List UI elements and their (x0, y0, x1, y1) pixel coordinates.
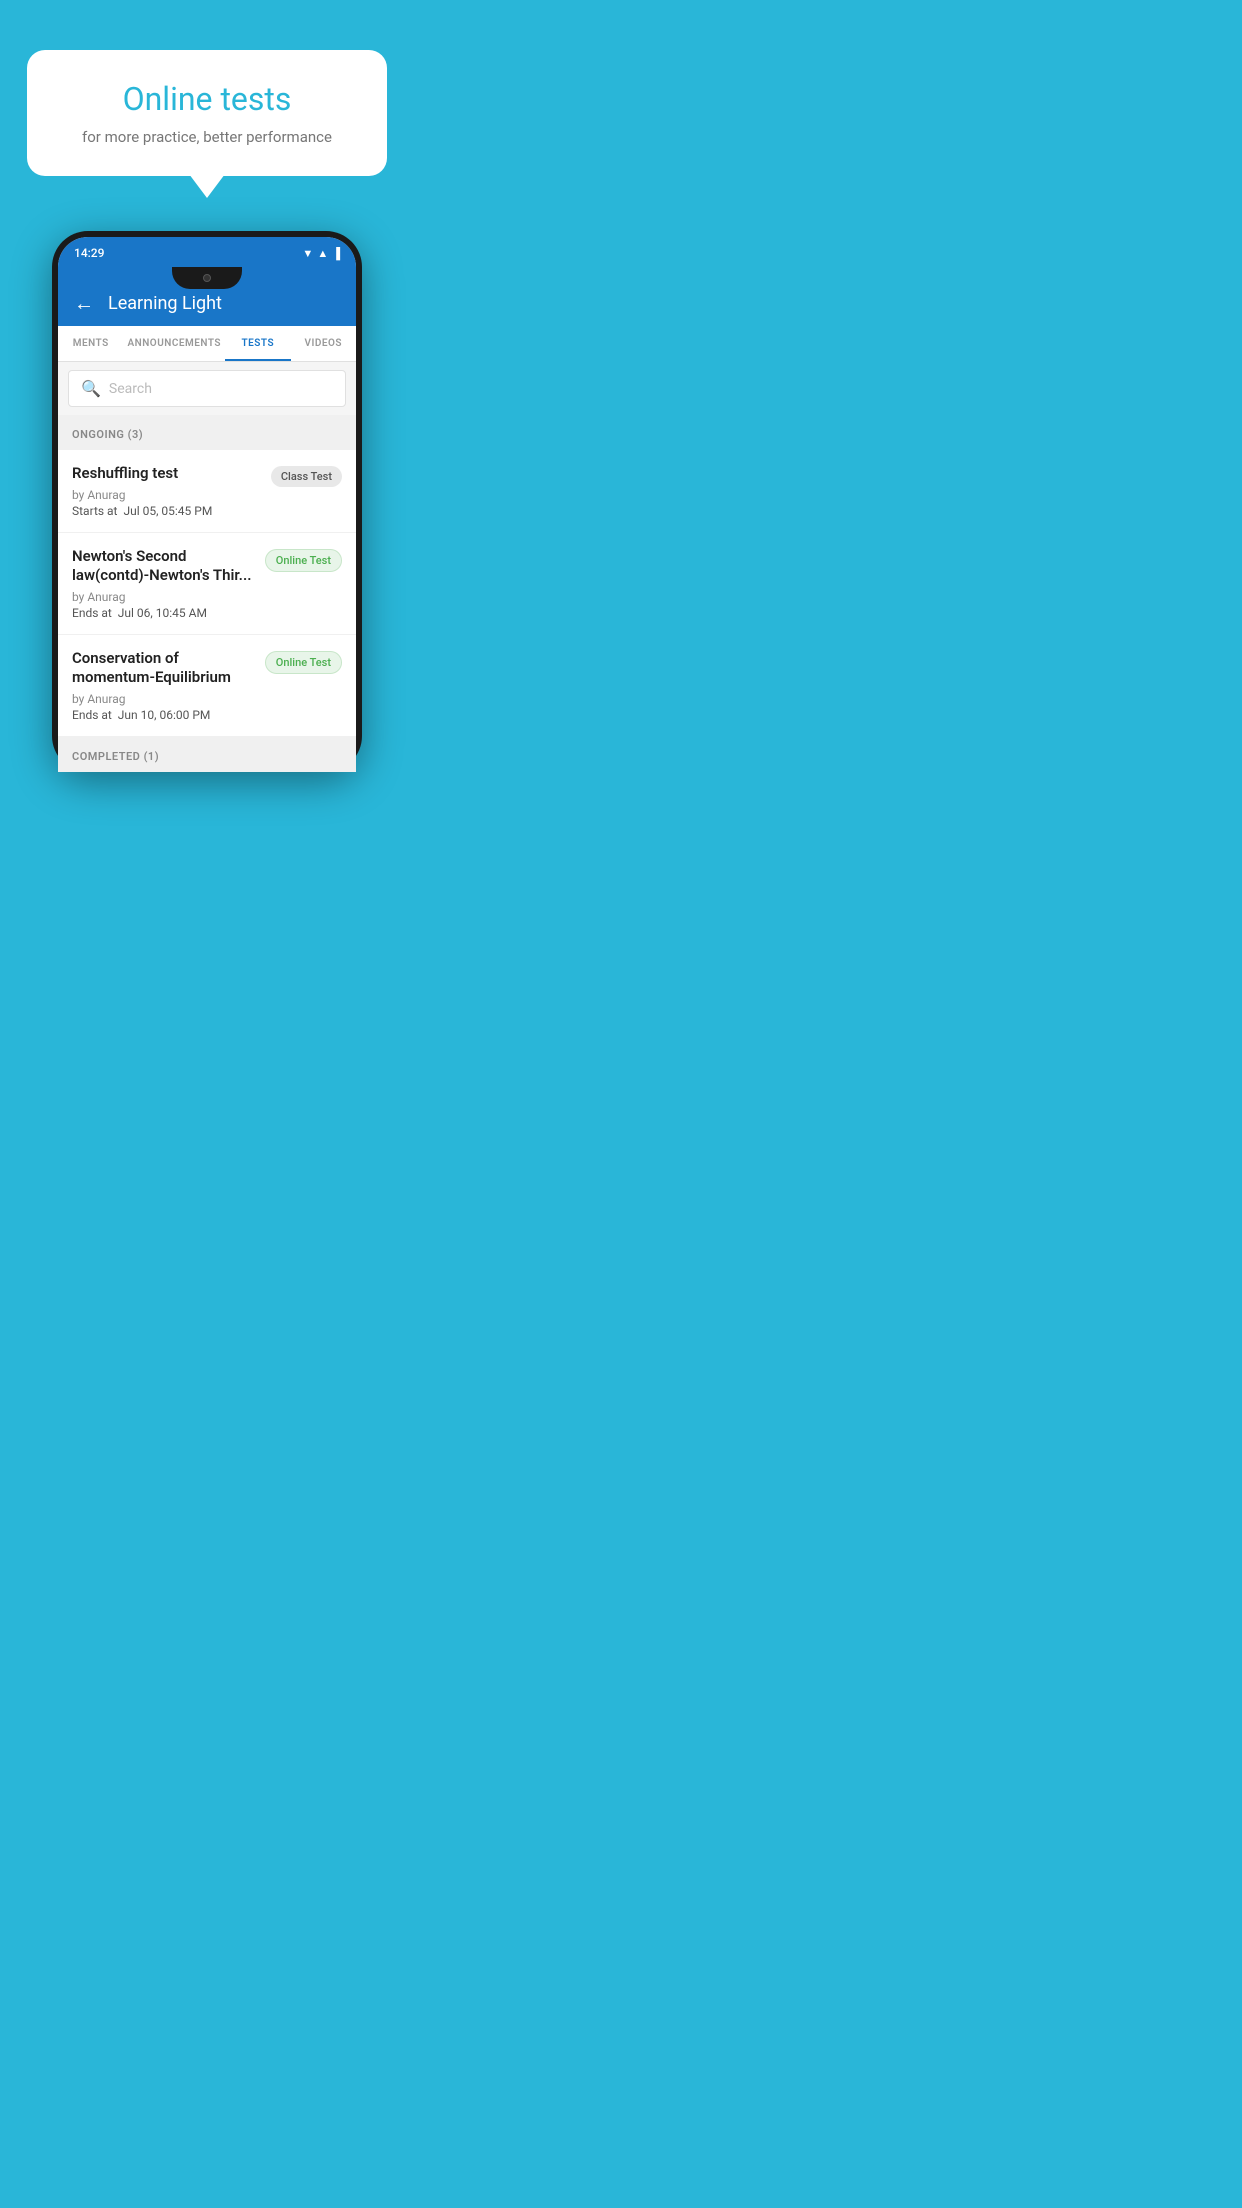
completed-label: COMPLETED (1) (72, 750, 159, 763)
phone-wrapper: 14:29 ▼ ▲ ▐ ← Learning Light MENT (0, 231, 414, 772)
test-name-3: Conservation of momentum-Equilibrium (72, 649, 255, 688)
bubble-subtitle: for more practice, better performance (57, 128, 357, 146)
test-item-2[interactable]: Newton's Second law(contd)-Newton's Thir… (58, 533, 356, 635)
test-date-2: Ends at Jul 06, 10:45 AM (72, 606, 255, 620)
test-by-1: by Anurag (72, 488, 261, 502)
search-bar-container: 🔍 Search (58, 362, 356, 415)
test-name-2: Newton's Second law(contd)-Newton's Thir… (72, 547, 255, 586)
wifi-icon: ▼ (302, 247, 313, 260)
completed-section-header: COMPLETED (1) (58, 737, 356, 772)
top-section: Online tests for more practice, better p… (0, 0, 414, 176)
notch (172, 267, 242, 289)
camera-icon (203, 274, 211, 282)
tab-announcements[interactable]: ANNOUNCEMENTS (123, 326, 225, 361)
notch-bar (58, 267, 356, 281)
speech-bubble: Online tests for more practice, better p… (27, 50, 387, 176)
tab-ments[interactable]: MENTS (58, 326, 123, 361)
test-name-1: Reshuffling test (72, 464, 261, 484)
test-date-3: Ends at Jun 10, 06:00 PM (72, 708, 255, 722)
app-title: Learning Light (108, 293, 222, 314)
test-by-2: by Anurag (72, 590, 255, 604)
phone-mockup: 14:29 ▼ ▲ ▐ ← Learning Light MENT (52, 231, 362, 772)
signal-icon: ▲ (317, 247, 328, 260)
search-bar[interactable]: 🔍 Search (68, 370, 346, 407)
tests-list: Reshuffling test by Anurag Starts at Jul… (58, 450, 356, 737)
test-item-3[interactable]: Conservation of momentum-Equilibrium by … (58, 635, 356, 737)
test-info-2: Newton's Second law(contd)-Newton's Thir… (72, 547, 265, 620)
tab-tests[interactable]: TESTS (225, 326, 290, 361)
test-info-1: Reshuffling test by Anurag Starts at Jul… (72, 464, 271, 518)
status-bar: 14:29 ▼ ▲ ▐ (58, 237, 356, 267)
battery-icon: ▐ (332, 247, 340, 260)
ongoing-section-header: ONGOING (3) (58, 415, 356, 450)
test-info-3: Conservation of momentum-Equilibrium by … (72, 649, 265, 722)
test-badge-3: Online Test (265, 651, 342, 674)
test-date-1: Starts at Jul 05, 05:45 PM (72, 504, 261, 518)
ongoing-label: ONGOING (3) (72, 428, 143, 441)
phone-screen: 14:29 ▼ ▲ ▐ ← Learning Light MENT (58, 237, 356, 772)
search-icon: 🔍 (81, 379, 101, 398)
status-icons: ▼ ▲ ▐ (302, 247, 340, 260)
search-placeholder: Search (109, 381, 152, 397)
test-item-1[interactable]: Reshuffling test by Anurag Starts at Jul… (58, 450, 356, 533)
test-badge-1: Class Test (271, 466, 342, 487)
tabs-bar: MENTS ANNOUNCEMENTS TESTS VIDEOS (58, 326, 356, 362)
test-by-3: by Anurag (72, 692, 255, 706)
status-time: 14:29 (74, 246, 104, 260)
bubble-title: Online tests (57, 80, 357, 118)
tab-videos[interactable]: VIDEOS (291, 326, 356, 361)
test-badge-2: Online Test (265, 549, 342, 572)
back-button[interactable]: ← (74, 291, 94, 316)
